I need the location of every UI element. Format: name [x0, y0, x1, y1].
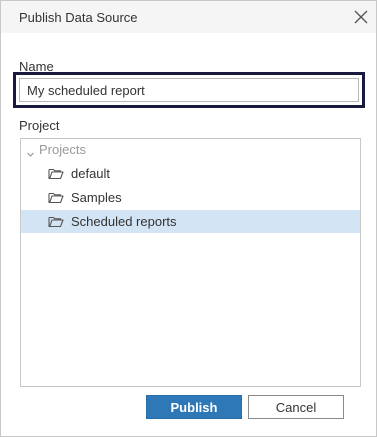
name-field-focus-ring: [13, 72, 365, 108]
tree-root-label: Projects: [39, 142, 86, 157]
tree-item-scheduled-reports[interactable]: Scheduled reports: [21, 210, 360, 233]
tree-root-projects[interactable]: Projects: [21, 139, 360, 161]
project-tree[interactable]: Projects default Samples Scheduled repor…: [20, 138, 361, 387]
dialog-titlebar: Publish Data Source: [1, 1, 376, 33]
tree-item-label: Scheduled reports: [71, 214, 177, 229]
tree-item-label: default: [71, 166, 111, 181]
folder-icon: [48, 215, 64, 228]
tree-item-default[interactable]: default: [21, 162, 360, 185]
tree-item-samples[interactable]: Samples: [21, 186, 360, 209]
folder-icon: [48, 191, 64, 204]
folder-icon: [48, 167, 64, 180]
dialog-title: Publish Data Source: [19, 10, 138, 25]
cancel-button[interactable]: Cancel: [248, 395, 344, 419]
close-icon[interactable]: [351, 7, 371, 27]
chevron-down-icon[interactable]: [26, 146, 35, 157]
publish-button[interactable]: Publish: [146, 395, 242, 419]
name-input[interactable]: [19, 78, 359, 102]
project-label: Project: [19, 118, 60, 133]
tree-item-label: Samples: [71, 190, 122, 205]
publish-dialog: Publish Data Source Name Project Project…: [0, 0, 377, 437]
